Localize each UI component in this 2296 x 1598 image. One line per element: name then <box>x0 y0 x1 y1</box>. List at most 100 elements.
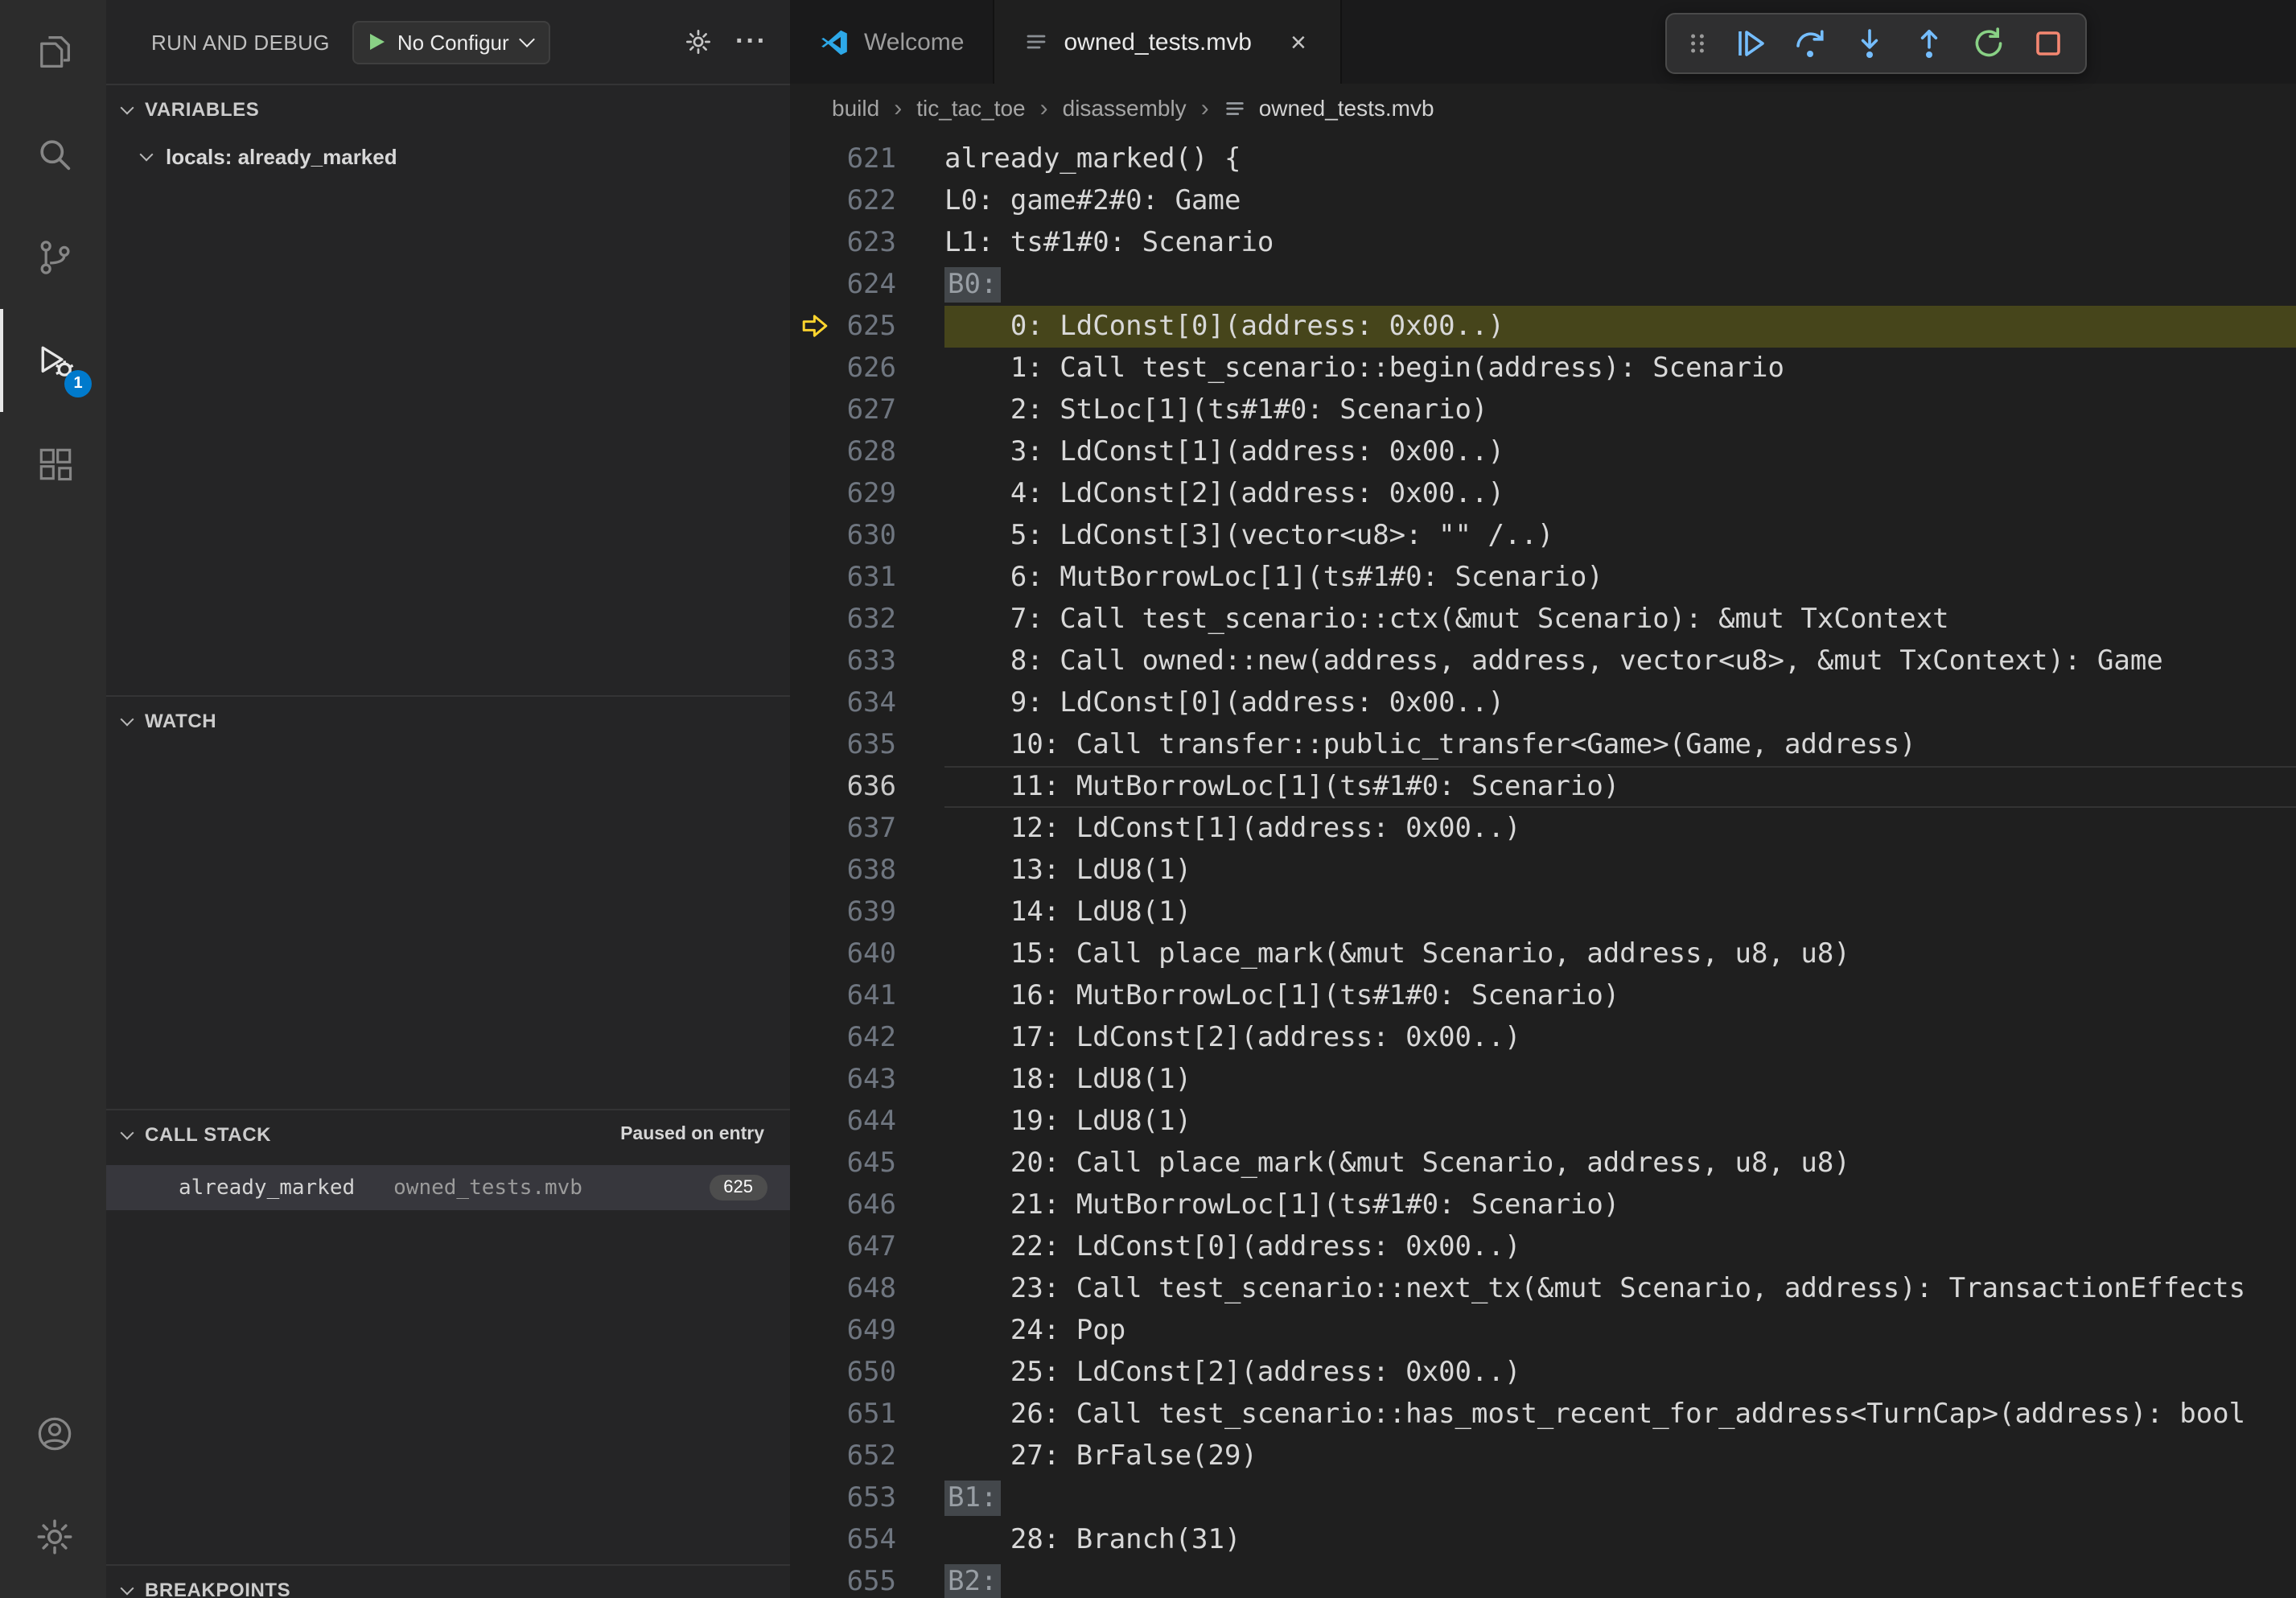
code-text[interactable]: 19: LdU8(1) <box>944 1101 2296 1143</box>
breadcrumb-item[interactable]: tic_tac_toe <box>916 95 1025 121</box>
code-text[interactable]: 25: LdConst[2](address: 0x00..) <box>944 1352 2296 1394</box>
gutter[interactable]: 636 <box>790 766 944 808</box>
code-line-641[interactable]: 641 16: MutBorrowLoc[1](ts#1#0: Scenario… <box>790 975 2296 1017</box>
sidebar-item-extensions[interactable] <box>0 412 106 515</box>
gutter[interactable]: 642 <box>790 1017 944 1059</box>
call-stack-frame[interactable]: already_markedowned_tests.mvb625 <box>106 1165 790 1210</box>
gutter[interactable]: 624 <box>790 264 944 306</box>
code-text[interactable]: L0: game#2#0: Game <box>944 180 2296 222</box>
code-line-634[interactable]: 634 9: LdConst[0](address: 0x00..) <box>790 682 2296 724</box>
code-text[interactable]: 14: LdU8(1) <box>944 892 2296 933</box>
close-tab-icon[interactable]: × <box>1286 27 1311 57</box>
code-line-645[interactable]: 645 20: Call place_mark(&mut Scenario, a… <box>790 1143 2296 1184</box>
variables-section-header[interactable]: VARIABLES <box>106 85 790 134</box>
sidebar-item-source-control[interactable] <box>0 206 106 309</box>
gutter[interactable]: 623 <box>790 222 944 264</box>
code-text[interactable]: 24: Pop <box>944 1310 2296 1352</box>
code-line-639[interactable]: 639 14: LdU8(1) <box>790 892 2296 933</box>
gutter[interactable]: 643 <box>790 1059 944 1101</box>
gutter[interactable]: 629 <box>790 473 944 515</box>
gutter[interactable]: 650 <box>790 1352 944 1394</box>
code-line-651[interactable]: 651 26: Call test_scenario::has_most_rec… <box>790 1394 2296 1435</box>
code-line-649[interactable]: 649 24: Pop <box>790 1310 2296 1352</box>
gutter[interactable]: 635 <box>790 724 944 766</box>
code-line-635[interactable]: 635 10: Call transfer::public_transfer<G… <box>790 724 2296 766</box>
gutter[interactable]: 644 <box>790 1101 944 1143</box>
code-line-630[interactable]: 630 5: LdConst[3](vector<u8>: "" /..) <box>790 515 2296 557</box>
code-line-654[interactable]: 654 28: Branch(31) <box>790 1519 2296 1561</box>
code-text[interactable]: 9: LdConst[0](address: 0x00..) <box>944 682 2296 724</box>
code-text[interactable]: B1: <box>944 1477 2296 1519</box>
tab-owned-tests-mvb[interactable]: owned_tests.mvb × <box>995 0 1342 84</box>
code-text[interactable]: 6: MutBorrowLoc[1](ts#1#0: Scenario) <box>944 557 2296 599</box>
code-line-624[interactable]: 624B0: <box>790 264 2296 306</box>
gutter[interactable]: 630 <box>790 515 944 557</box>
code-text[interactable]: 21: MutBorrowLoc[1](ts#1#0: Scenario) <box>944 1184 2296 1226</box>
gutter[interactable]: 654 <box>790 1519 944 1561</box>
gutter[interactable]: 648 <box>790 1268 944 1310</box>
code-text[interactable]: 27: BrFalse(29) <box>944 1435 2296 1477</box>
start-debugging-icon[interactable] <box>370 34 385 50</box>
launch-configuration-dropdown[interactable]: No Configur <box>352 20 551 64</box>
gutter[interactable]: 625 <box>790 306 944 348</box>
code-text[interactable]: 22: LdConst[0](address: 0x00..) <box>944 1226 2296 1268</box>
code-line-633[interactable]: 633 8: Call owned::new(address, address,… <box>790 640 2296 682</box>
sidebar-item-explorer[interactable] <box>0 0 106 103</box>
code-text[interactable]: already_marked() { <box>944 138 2296 180</box>
step-out-button[interactable] <box>1900 18 1957 69</box>
code-text[interactable]: 11: MutBorrowLoc[1](ts#1#0: Scenario) <box>944 766 2296 808</box>
breadcrumb-item[interactable]: build <box>832 95 879 121</box>
gutter[interactable]: 627 <box>790 389 944 431</box>
gutter[interactable]: 645 <box>790 1143 944 1184</box>
sidebar-item-run-and-debug[interactable]: 1 <box>0 309 106 412</box>
code-text[interactable]: B0: <box>944 264 2296 306</box>
code-text[interactable]: 18: LdU8(1) <box>944 1059 2296 1101</box>
continue-button[interactable] <box>1722 18 1778 69</box>
code-text[interactable]: 5: LdConst[3](vector<u8>: "" /..) <box>944 515 2296 557</box>
code-line-632[interactable]: 632 7: Call test_scenario::ctx(&mut Scen… <box>790 599 2296 640</box>
code-line-643[interactable]: 643 18: LdU8(1) <box>790 1059 2296 1101</box>
gutter[interactable]: 634 <box>790 682 944 724</box>
code-line-631[interactable]: 631 6: MutBorrowLoc[1](ts#1#0: Scenario) <box>790 557 2296 599</box>
sidebar-item-search[interactable] <box>0 103 106 206</box>
code-text[interactable]: 4: LdConst[2](address: 0x00..) <box>944 473 2296 515</box>
manage-settings-button[interactable] <box>0 1485 106 1588</box>
gutter[interactable]: 653 <box>790 1477 944 1519</box>
code-text[interactable]: 17: LdConst[2](address: 0x00..) <box>944 1017 2296 1059</box>
code-line-637[interactable]: 637 12: LdConst[1](address: 0x00..) <box>790 808 2296 850</box>
account-button[interactable] <box>0 1382 106 1485</box>
code-text[interactable]: 10: Call transfer::public_transfer<Game>… <box>944 724 2296 766</box>
code-text[interactable]: 20: Call place_mark(&mut Scenario, addre… <box>944 1143 2296 1184</box>
code-line-638[interactable]: 638 13: LdU8(1) <box>790 850 2296 892</box>
more-actions-button[interactable]: ··· <box>735 34 767 50</box>
gutter[interactable]: 649 <box>790 1310 944 1352</box>
gutter[interactable]: 640 <box>790 933 944 975</box>
code-line-622[interactable]: 622L0: game#2#0: Game <box>790 180 2296 222</box>
code-text[interactable]: 16: MutBorrowLoc[1](ts#1#0: Scenario) <box>944 975 2296 1017</box>
gutter[interactable]: 639 <box>790 892 944 933</box>
restart-button[interactable] <box>1960 18 2016 69</box>
stop-button[interactable] <box>2019 18 2076 69</box>
gutter[interactable]: 626 <box>790 348 944 389</box>
code-line-648[interactable]: 648 23: Call test_scenario::next_tx(&mut… <box>790 1268 2296 1310</box>
drag-handle-icon[interactable] <box>1677 18 1718 69</box>
code-line-642[interactable]: 642 17: LdConst[2](address: 0x00..) <box>790 1017 2296 1059</box>
code-line-652[interactable]: 652 27: BrFalse(29) <box>790 1435 2296 1477</box>
code-text[interactable]: 12: LdConst[1](address: 0x00..) <box>944 808 2296 850</box>
code-editor[interactable]: 621already_marked() {622L0: game#2#0: Ga… <box>790 132 2296 1598</box>
code-text[interactable]: 15: Call place_mark(&mut Scenario, addre… <box>944 933 2296 975</box>
code-line-629[interactable]: 629 4: LdConst[2](address: 0x00..) <box>790 473 2296 515</box>
gutter[interactable]: 652 <box>790 1435 944 1477</box>
code-line-653[interactable]: 653B1: <box>790 1477 2296 1519</box>
gutter[interactable]: 641 <box>790 975 944 1017</box>
gutter[interactable]: 632 <box>790 599 944 640</box>
code-line-640[interactable]: 640 15: Call place_mark(&mut Scenario, a… <box>790 933 2296 975</box>
code-text[interactable]: 2: StLoc[1](ts#1#0: Scenario) <box>944 389 2296 431</box>
code-text[interactable]: 1: Call test_scenario::begin(address): S… <box>944 348 2296 389</box>
gutter[interactable]: 637 <box>790 808 944 850</box>
code-line-650[interactable]: 650 25: LdConst[2](address: 0x00..) <box>790 1352 2296 1394</box>
configure-gear-button[interactable] <box>684 27 713 56</box>
code-text[interactable]: 7: Call test_scenario::ctx(&mut Scenario… <box>944 599 2296 640</box>
gutter[interactable]: 622 <box>790 180 944 222</box>
code-text[interactable]: 23: Call test_scenario::next_tx(&mut Sce… <box>944 1268 2296 1310</box>
